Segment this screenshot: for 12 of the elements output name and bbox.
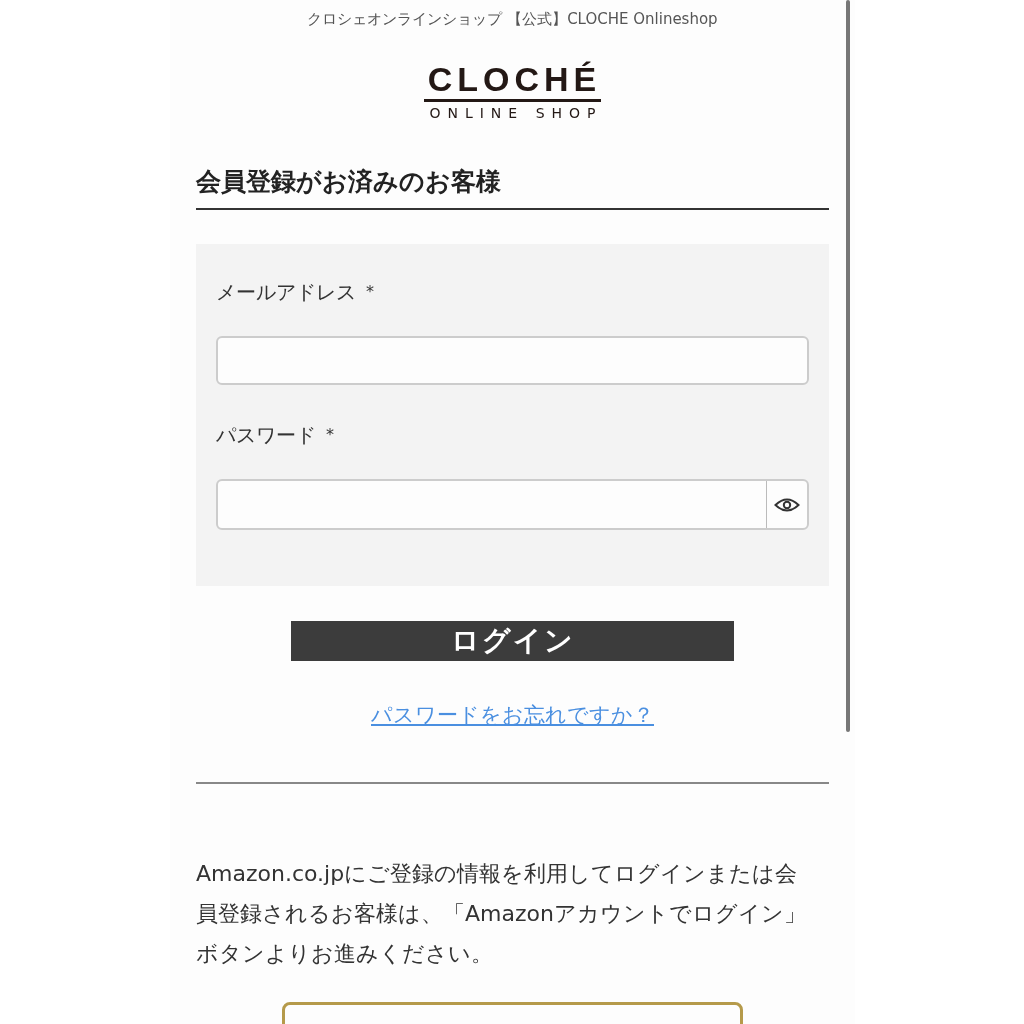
site-title: クロシェオンラインショップ 【公式】CLOCHE Onlineshop [307, 9, 718, 29]
password-field[interactable] [216, 479, 809, 530]
eye-icon [774, 496, 800, 513]
amazon-note: Amazon.co.jpにご登録の情報を利用してログインまたは会員登録されるお客様は、「Amazonアカウントでログイン」ボタンよりお進みください。 [196, 860, 807, 968]
field-label: パスワード [216, 422, 316, 449]
email-field[interactable] [216, 336, 809, 385]
login-button[interactable]: ログイン [291, 621, 734, 661]
required-mark: * [326, 424, 334, 446]
section-heading: 会員登録がお済みのお客様 [196, 166, 829, 210]
required-mark: * [366, 281, 374, 303]
logo[interactable]: CLOCHÉ ONLINE SHOP [422, 59, 603, 122]
field-label: メールアドレス [216, 279, 356, 306]
